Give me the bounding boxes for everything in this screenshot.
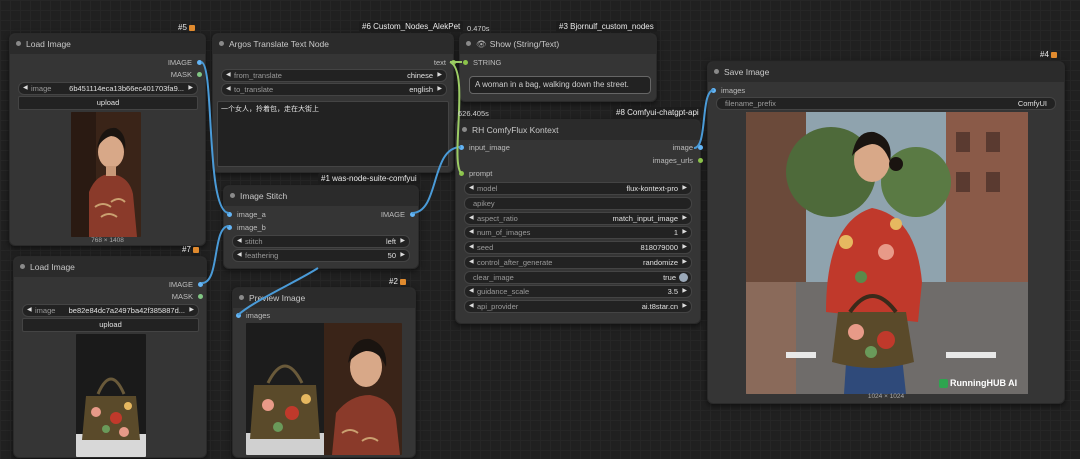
node-badge-5: #5: [178, 22, 195, 33]
node-preview-image-2[interactable]: Preview Image images: [232, 287, 416, 458]
output-image[interactable]: image: [673, 143, 703, 153]
fox-icon: [192, 246, 199, 253]
saved-image-preview: RunningHUB AI: [746, 112, 1028, 394]
node-title-bar[interactable]: Load Image: [10, 34, 205, 54]
model-select[interactable]: ◀ model flux-kontext-pro ▶: [464, 182, 692, 195]
apikey-field[interactable]: apikey: [464, 197, 692, 210]
toggle-knob[interactable]: [679, 273, 688, 282]
node-timing-8: 626.405s: [458, 109, 489, 118]
upload-button[interactable]: upload: [22, 318, 199, 332]
node-title: RH ComfyFlux Kontext: [472, 125, 559, 135]
output-mask[interactable]: MASK: [171, 70, 202, 80]
node-title: Load Image: [26, 39, 71, 49]
preview-image-stitched: [246, 323, 402, 455]
loaded-image-handbag: [76, 334, 146, 457]
control-after-generate-select[interactable]: ◀ control_after_generate randomize ▶: [464, 256, 692, 269]
output-mask[interactable]: MASK: [172, 292, 203, 302]
node-load-image-5[interactable]: Load Image IMAGE MASK ◀ image 6b451114eca…: [9, 33, 206, 246]
stitch-select[interactable]: ◀ stitch left ▶: [232, 235, 410, 248]
node-pack-label-6: #6 Custom_Nodes_AlekPet: [359, 21, 464, 32]
node-title: Argos Translate Text Node: [229, 39, 330, 49]
node-title-bar[interactable]: Argos Translate Text Node: [213, 34, 453, 54]
feathering-stepper[interactable]: ◀ feathering 50 ▶: [232, 249, 410, 262]
fox-icon: [1050, 51, 1057, 58]
node-save-image-4[interactable]: Save Image images filename_prefix ComfyUI: [707, 61, 1065, 404]
node-title: Preview Image: [249, 293, 306, 303]
output-text[interactable]: text: [434, 58, 456, 68]
eye-icon: 👁: [476, 39, 487, 49]
output-images-urls[interactable]: images_urls: [653, 156, 703, 166]
text-input-area[interactable]: 一个女人，拎着包，走在大街上: [217, 101, 449, 167]
clear-image-toggle[interactable]: clear_image true: [464, 271, 692, 284]
node-badge-7: #7: [182, 244, 199, 255]
node-pack-label-8: #8 Comfyui-chatgpt-api: [613, 107, 702, 118]
node-pack-label-1: #1 was-node-suite-comfyui: [318, 173, 420, 184]
output-image[interactable]: IMAGE: [168, 58, 202, 68]
image-dimensions: 1024 × 1024: [867, 393, 905, 400]
node-load-image-7[interactable]: Load Image IMAGE MASK ◀ image be82e84dc7a…: [13, 256, 207, 458]
node-title-bar[interactable]: Preview Image: [233, 288, 415, 308]
output-image[interactable]: IMAGE: [381, 210, 415, 220]
input-images[interactable]: images: [711, 86, 745, 96]
input-input-image[interactable]: input_image: [459, 143, 510, 153]
num-of-images-stepper[interactable]: ◀ num_of_images 1 ▶: [464, 226, 692, 239]
to-translate-select[interactable]: ◀ to_translate english ▶: [221, 83, 447, 96]
node-pack-label-3: #3 Bjornulf_custom_nodes: [556, 21, 657, 32]
node-title: Save Image: [724, 67, 770, 77]
string-display: A woman in a bag, walking down the stree…: [469, 76, 651, 94]
watermark: RunningHUB AI: [939, 378, 1017, 389]
image-dimensions: 768 × 1408: [91, 237, 124, 244]
aspect-ratio-select[interactable]: ◀ aspect_ratio match_input_image ▶: [464, 212, 692, 225]
node-title-bar[interactable]: 👁 Show (String/Text): [460, 34, 656, 54]
node-show-string-3[interactable]: 👁 Show (String/Text) STRING A woman in a …: [459, 33, 657, 102]
input-string[interactable]: STRING: [463, 58, 501, 68]
input-prompt[interactable]: prompt: [459, 169, 492, 179]
node-title-bar[interactable]: Save Image: [708, 62, 1064, 82]
from-translate-select[interactable]: ◀ from_translate chinese ▶: [221, 69, 447, 82]
node-title-bar[interactable]: Load Image: [14, 257, 206, 277]
node-image-stitch-1[interactable]: Image Stitch image_a image_b IMAGE ◀ stit…: [223, 185, 419, 269]
node-title: Load Image: [30, 262, 75, 272]
output-image[interactable]: IMAGE: [169, 280, 203, 290]
input-images[interactable]: images: [236, 311, 270, 321]
node-title-bar[interactable]: Image Stitch: [224, 186, 418, 206]
seed-stepper[interactable]: ◀ seed 818079000 ▶: [464, 241, 692, 254]
input-image-b[interactable]: image_b: [227, 223, 266, 233]
node-title: Show (String/Text): [489, 39, 560, 49]
runninghub-logo-icon: [939, 379, 948, 389]
guidance-scale-stepper[interactable]: ◀ guidance_scale 3.5 ▶: [464, 285, 692, 298]
filename-prefix-field[interactable]: filename_prefix ComfyUI: [716, 97, 1056, 110]
image-select[interactable]: ◀ image 6b451114eca13b66ec401703fa9... ▶: [18, 82, 198, 95]
node-title: Image Stitch: [240, 191, 288, 201]
node-timing-3: 0.470s: [467, 24, 490, 33]
node-argos-translate-6[interactable]: Argos Translate Text Node text ◀ from_tra…: [212, 33, 456, 173]
fox-icon: [399, 278, 406, 285]
api-provider-select[interactable]: ◀ api_provider ai.t8star.cn ▶: [464, 300, 692, 313]
node-rh-comfyflux-kontext-8[interactable]: RH ComfyFlux Kontext input_image image i…: [455, 119, 703, 324]
loaded-image-woman: [71, 112, 141, 237]
upload-button[interactable]: upload: [18, 96, 198, 110]
node-badge-2: #2: [389, 276, 406, 287]
fox-icon: [188, 24, 195, 31]
node-badge-4: #4: [1040, 49, 1057, 60]
node-title-bar[interactable]: RH ComfyFlux Kontext: [456, 120, 700, 140]
input-image-a[interactable]: image_a: [227, 210, 266, 220]
image-select[interactable]: ◀ image be82e84dc7a2497ba42f385887d... ▶: [22, 304, 199, 317]
